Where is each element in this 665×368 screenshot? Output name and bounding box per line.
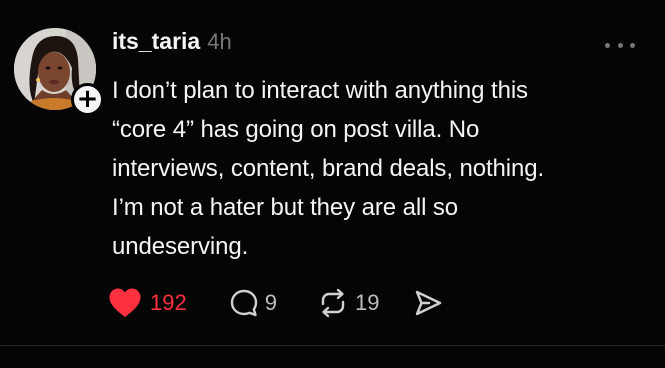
avatar-container: + xyxy=(14,28,104,116)
post-text: I don’t plan to interact with anything t… xyxy=(112,77,545,260)
heart-icon xyxy=(108,287,142,319)
more-horizontal-icon xyxy=(605,42,610,48)
post-header: its_taria 4h xyxy=(112,28,232,62)
thread-post: + its_taria 4h I don’t plan to interact … xyxy=(0,0,665,368)
reply-button[interactable]: 9 xyxy=(229,288,277,318)
reply-count: 9 xyxy=(264,290,277,315)
like-button[interactable]: 192 xyxy=(108,287,187,319)
more-options-button[interactable] xyxy=(605,38,635,52)
post-timestamp: 4h xyxy=(207,29,232,54)
follow-button[interactable]: + xyxy=(71,83,104,116)
plus-icon: + xyxy=(76,83,99,114)
repost-icon xyxy=(317,288,349,318)
send-icon xyxy=(413,288,443,318)
username-link[interactable]: its_taria xyxy=(112,28,200,55)
repost-count: 19 xyxy=(354,290,380,315)
like-count: 192 xyxy=(150,290,187,315)
action-bar: 192 9 19 xyxy=(108,283,443,323)
speech-bubble-icon xyxy=(229,288,259,318)
share-button[interactable] xyxy=(413,288,443,318)
post-divider xyxy=(0,345,665,346)
repost-button[interactable]: 19 xyxy=(317,288,379,318)
